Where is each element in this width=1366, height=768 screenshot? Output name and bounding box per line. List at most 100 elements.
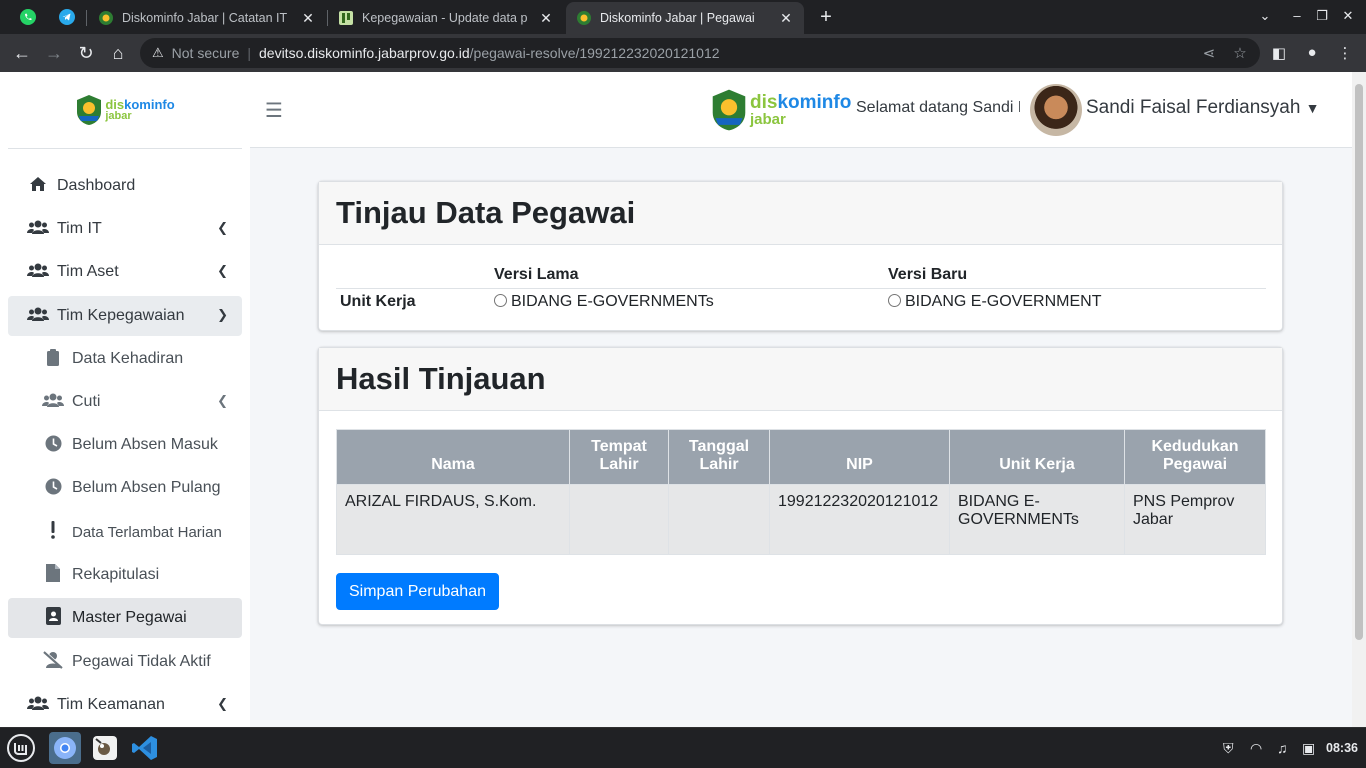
sidebar-brand[interactable]: diskominfo jabar (0, 72, 250, 148)
sidebar-item-tim-keamanan[interactable]: Tim Keamanan ❮ (8, 685, 242, 725)
sidebar-item-label: Tim Keamanan (57, 696, 165, 713)
radio-old[interactable] (494, 294, 507, 308)
shield-icon[interactable]: ⛨ (1223, 740, 1234, 757)
address-card-icon (41, 607, 65, 629)
chrome-taskbar-icon[interactable] (49, 732, 81, 764)
wifi-icon[interactable]: ◠ (1250, 740, 1262, 757)
table-header: Nama (336, 429, 570, 485)
users-icon (26, 306, 50, 326)
forward-arrow-icon[interactable]: → (42, 41, 66, 65)
sidebar-item-label: Rekapitulasi (72, 566, 160, 583)
menu-kebab-icon[interactable]: ⋮ (1336, 44, 1354, 62)
table-cell: BIDANG E-GOVERNMENTs (949, 484, 1125, 555)
sidebar-item-belum-absen-pulang[interactable]: Belum Absen Pulang (8, 468, 242, 508)
back-arrow-icon[interactable]: ← (10, 41, 34, 65)
taskbar-clock[interactable]: 08:36 (1326, 741, 1358, 755)
column-old-version: Versi Lama (494, 265, 579, 283)
user-name: Sandi Faisal Ferdiansyah (1086, 97, 1301, 118)
tab-close-icon[interactable]: ✕ (300, 10, 316, 27)
avatar[interactable] (1030, 84, 1082, 136)
whatsapp-icon (20, 9, 36, 25)
sidebar-item-data-kehadiran[interactable]: Data Kehadiran (8, 339, 242, 379)
reload-icon[interactable]: ↻ (74, 41, 98, 65)
telegram-pinned-tab[interactable] (54, 5, 80, 29)
new-value-option[interactable]: BIDANG E-GOVERNMENT (884, 287, 1266, 316)
bookmark-star-icon[interactable]: ☆ (1231, 44, 1249, 62)
result-table: Nama Tempat Lahir Tanggal Lahir NIP Unit… (336, 429, 1266, 555)
vscode-taskbar-icon[interactable] (129, 732, 161, 764)
sidebar-item-label: Tim Aset (57, 263, 119, 280)
old-value-label: BIDANG E-GOVERNMENTs (511, 293, 714, 311)
mint-menu-icon[interactable] (5, 732, 37, 764)
music-note-icon[interactable]: ♫ (1277, 740, 1288, 756)
sidebar-item-label: Tim IT (57, 220, 102, 237)
caret-down-icon: ▼ (1305, 100, 1320, 116)
save-changes-button[interactable]: Simpan Perubahan (336, 573, 499, 610)
clock-icon (41, 478, 65, 499)
clipboard-tray-icon[interactable]: ▣ (1302, 740, 1315, 757)
tab-pegawai-active[interactable]: Diskominfo Jabar | Pegawai ✕ (566, 2, 804, 34)
share-icon[interactable]: ⋖ (1200, 44, 1218, 62)
page-scrollbar[interactable] (1352, 72, 1366, 727)
sidebar-item-label: Cuti (72, 393, 101, 410)
clock-icon (41, 435, 65, 456)
sidebar-item-tim-it[interactable]: Tim IT ❮ (8, 209, 242, 249)
users-icon (26, 262, 50, 282)
table-cell (668, 484, 770, 555)
home-icon[interactable]: ⌂ (106, 41, 130, 65)
sidebar-item-tim-kepegawaian[interactable]: Tim Kepegawaian ❯ (8, 296, 242, 336)
sidebar-item-rekapitulasi[interactable]: Rekapitulasi (8, 555, 242, 595)
address-bar[interactable]: ⚠ Not secure | devitso.diskominfo.jabarp… (140, 38, 1260, 68)
new-value-label: BIDANG E-GOVERNMENT (905, 293, 1102, 311)
sidebar-item-label: Belum Absen Masuk (72, 436, 218, 453)
sidebar-item-data-terlambat-harian[interactable]: Data Terlambat Harian (8, 512, 242, 552)
clipboard-icon (41, 348, 65, 370)
gimp-taskbar-icon[interactable] (89, 732, 121, 764)
sidebar-item-pegawai-tidak-aktif[interactable]: Pegawai Tidak Aktif (8, 642, 242, 682)
table-cell (569, 484, 669, 555)
sidebar-item-belum-absen-masuk[interactable]: Belum Absen Masuk (8, 425, 242, 465)
users-icon (41, 392, 65, 412)
jabar-favicon-icon (577, 11, 591, 25)
scrollbar-thumb[interactable] (1355, 84, 1363, 640)
url-path: /pegawai-resolve/199212232020121012 (469, 45, 720, 61)
chevron-left-icon: ❮ (217, 696, 228, 711)
sidebar-item-label: Belum Absen Pulang (72, 479, 221, 496)
tab-title: Diskominfo Jabar | Catatan IT (122, 11, 288, 25)
top-navbar: ☰ diskominfo jabar Selamat datang Sandi … (250, 72, 1352, 148)
tab-search-chevron-icon[interactable]: ⌄ (1257, 8, 1273, 24)
sidebar: diskominfo jabar Dashboard Tim IT ❮ Tim … (0, 72, 250, 727)
hamburger-menu-icon[interactable]: ☰ (265, 98, 283, 123)
tab-close-icon[interactable]: ✕ (778, 10, 794, 27)
sidebar-item-dashboard[interactable]: Dashboard (8, 166, 242, 206)
tab-title: Diskominfo Jabar | Pegawai (600, 11, 755, 25)
whatsapp-pinned-tab[interactable] (15, 5, 41, 29)
new-tab-button[interactable]: + (815, 6, 837, 28)
diskominfo-logo: diskominfo jabar (75, 94, 175, 126)
result-card: Hasil Tinjauan Nama Tempat Lahir Tanggal… (318, 347, 1283, 625)
sidebar-item-tim-aset[interactable]: Tim Aset ❮ (8, 252, 242, 292)
radio-new[interactable] (888, 294, 901, 308)
table-cell: PNS Pemprov Jabar (1124, 484, 1266, 555)
old-value-option[interactable]: BIDANG E-GOVERNMENTs (490, 287, 884, 316)
close-window-icon[interactable]: ✕ (1340, 8, 1356, 24)
profile-icon[interactable]: ● (1303, 44, 1321, 61)
tab-title: Kepegawaian - Update data p (362, 11, 528, 25)
browser-tab-strip: Diskominfo Jabar | Catatan IT ✕ Kepegawa… (0, 0, 1366, 34)
not-secure-label[interactable]: Not secure (172, 45, 240, 61)
jabar-favicon-icon (99, 11, 113, 25)
review-card-title: Tinjau Data Pegawai (319, 182, 1282, 245)
minimize-icon[interactable]: – (1289, 8, 1305, 23)
sidebar-item-master-pegawai[interactable]: Master Pegawai (8, 598, 242, 638)
tab-catatan-it[interactable]: Diskominfo Jabar | Catatan IT ✕ (88, 2, 326, 34)
restore-icon[interactable]: ❐ (1314, 8, 1330, 24)
user-menu[interactable]: Sandi Faisal Ferdiansyah ▼ (1086, 97, 1320, 119)
tab-close-icon[interactable]: ✕ (538, 10, 554, 27)
sidebar-item-cuti[interactable]: Cuti ❮ (8, 382, 242, 422)
users-icon (26, 219, 50, 239)
warning-triangle-icon[interactable]: ⚠ (152, 45, 164, 61)
sidebar-item-label: Data Terlambat Harian (72, 523, 222, 541)
side-panel-icon[interactable]: ◧ (1270, 44, 1288, 62)
tab-kepegawaian-update[interactable]: Kepegawaian - Update data p ✕ (328, 2, 564, 34)
table-header: NIP (769, 429, 950, 485)
